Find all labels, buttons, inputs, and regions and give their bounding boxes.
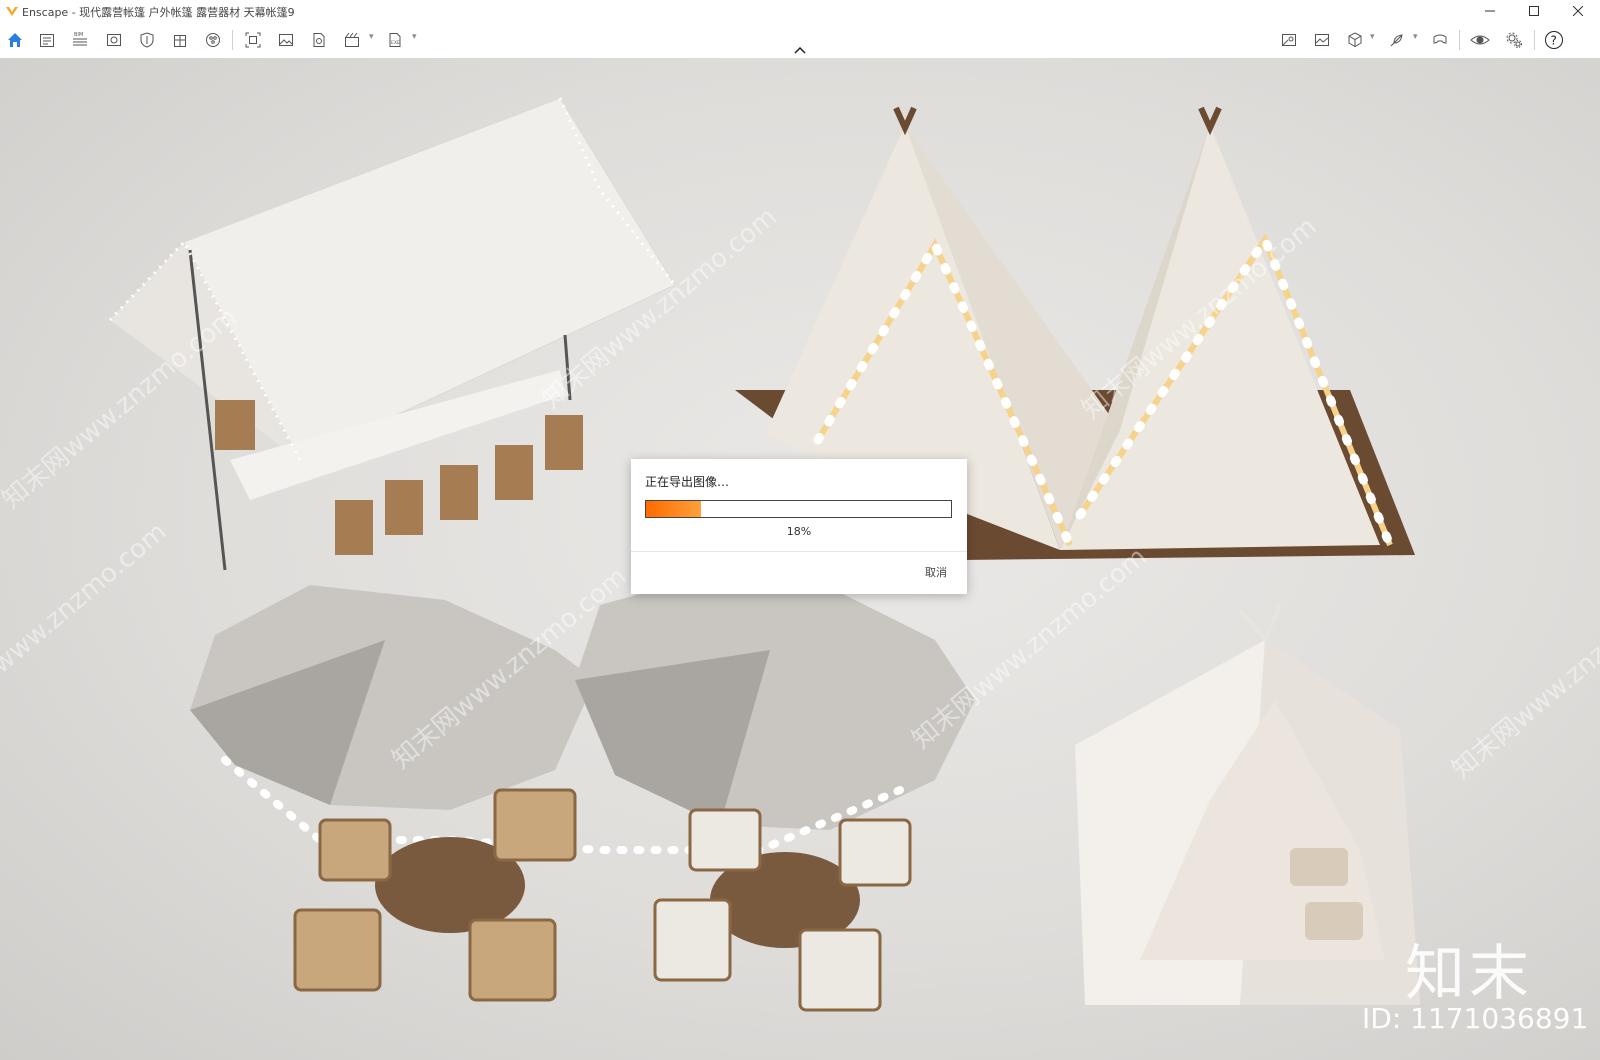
minimize-button[interactable] xyxy=(1468,0,1512,22)
gallery-icon[interactable] xyxy=(1311,29,1333,51)
map-icon[interactable] xyxy=(1278,29,1300,51)
settings-icon[interactable] xyxy=(1503,29,1525,51)
close-icon xyxy=(1573,6,1583,16)
progress-bar xyxy=(645,500,952,518)
pyramid-tent xyxy=(1075,604,1420,1005)
maximize-button[interactable] xyxy=(1512,0,1556,22)
chevron-down-icon[interactable]: ▾ xyxy=(412,32,417,42)
video-icon[interactable] xyxy=(341,29,363,51)
minimize-icon xyxy=(1485,10,1495,12)
eye-icon[interactable] xyxy=(1469,29,1491,51)
view-icon[interactable] xyxy=(103,29,125,51)
cancel-button[interactable]: 取消 xyxy=(925,564,947,580)
app-title: Enscape - 现代露营帐篷 户外帐篷 露营器材 天幕帐篷9 xyxy=(22,6,295,19)
enscape-logo-icon xyxy=(6,7,18,16)
exe-icon[interactable]: EXE xyxy=(384,29,406,51)
export-icon[interactable] xyxy=(308,29,330,51)
materials-icon[interactable] xyxy=(202,29,224,51)
bim-icon[interactable]: BIM xyxy=(69,29,91,51)
shield-icon[interactable] xyxy=(136,29,158,51)
dialog-divider xyxy=(631,551,967,552)
image-icon[interactable] xyxy=(275,29,297,51)
close-button[interactable] xyxy=(1556,0,1600,22)
chevron-down-icon[interactable]: ▾ xyxy=(1370,32,1375,42)
document-icon[interactable] xyxy=(36,29,58,51)
toolbar-separator xyxy=(232,30,233,50)
building-icon[interactable] xyxy=(169,29,191,51)
svg-text:EXE: EXE xyxy=(391,40,400,46)
title-bar: Enscape - 现代露营帐篷 户外帐篷 露营器材 天幕帐篷9 xyxy=(0,0,1600,22)
vr-icon[interactable] xyxy=(1429,29,1451,51)
collapse-toolbar-icon[interactable] xyxy=(792,44,808,56)
svg-text:?: ? xyxy=(1551,34,1557,48)
chevron-down-icon[interactable]: ▾ xyxy=(369,32,374,42)
toolbar-separator xyxy=(1534,30,1535,50)
export-progress-dialog: 正在导出图像… 18% 取消 xyxy=(631,459,967,594)
svg-text:BIM: BIM xyxy=(74,32,83,38)
maximize-icon xyxy=(1529,6,1539,16)
toolbar-separator xyxy=(1459,30,1460,50)
progress-percent: 18% xyxy=(786,525,812,538)
home-icon[interactable] xyxy=(4,29,26,51)
image-id-watermark: ID: 1171036891 xyxy=(1362,1002,1589,1035)
dialog-title: 正在导出图像… xyxy=(645,475,730,489)
cube-icon[interactable] xyxy=(1344,29,1366,51)
feather-icon[interactable] xyxy=(1386,29,1408,51)
progress-bar-fill xyxy=(646,501,701,517)
help-icon[interactable]: ? xyxy=(1543,29,1565,51)
chevron-down-icon[interactable]: ▾ xyxy=(1413,32,1418,42)
brand-watermark: 知末 xyxy=(1405,939,1533,1009)
screenshot-icon[interactable] xyxy=(242,29,264,51)
